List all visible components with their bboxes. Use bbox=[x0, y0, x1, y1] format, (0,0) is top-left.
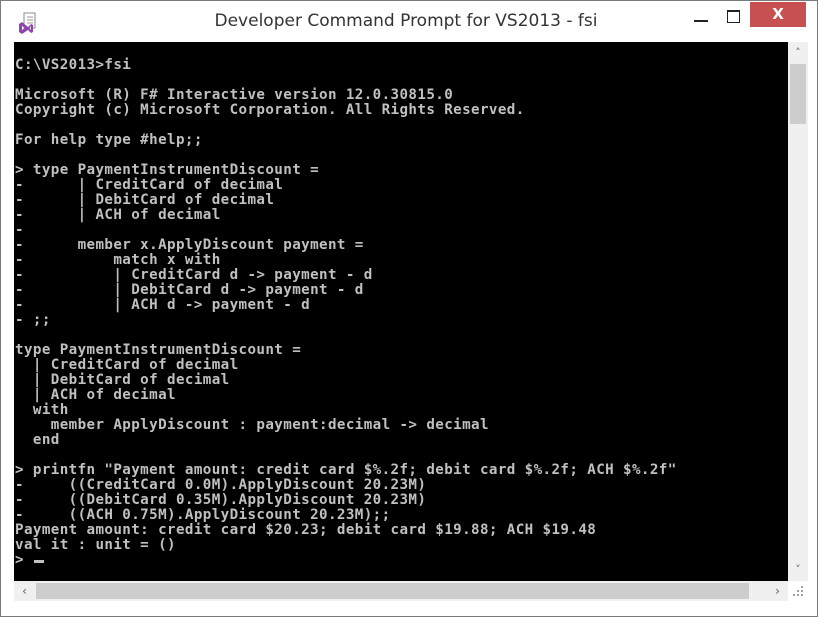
console-line: - match x with bbox=[15, 252, 221, 268]
window-title-text: Developer Command Prompt for VS2013 - fs… bbox=[214, 11, 598, 31]
chevron-down-icon: ˅ bbox=[795, 563, 801, 576]
console-line: - | CreditCard d -> payment - d bbox=[15, 267, 373, 283]
console-line: - ((DebitCard 0.35M).ApplyDiscount 20.23… bbox=[15, 492, 427, 508]
horizontal-scroll-thumb[interactable] bbox=[36, 583, 749, 599]
text-cursor bbox=[33, 560, 44, 563]
console-line: For help type #help;; bbox=[15, 132, 203, 148]
console-line: - | ACH of decimal bbox=[15, 207, 221, 223]
console-line: - ((CreditCard 0.0M).ApplyDiscount 20.23… bbox=[15, 477, 427, 493]
minimize-button[interactable] bbox=[691, 5, 721, 29]
console-line: | ACH of decimal bbox=[15, 387, 176, 403]
console-line: with bbox=[15, 402, 69, 418]
console-line: Copyright (c) Microsoft Corporation. All… bbox=[15, 102, 525, 118]
console-line: val it : unit = () bbox=[15, 537, 176, 553]
console-line: end bbox=[15, 432, 60, 448]
console-line: member ApplyDiscount : payment:decimal -… bbox=[15, 417, 489, 433]
console-line: > printfn "Payment amount: credit card $… bbox=[15, 462, 677, 478]
console-line: | CreditCard of decimal bbox=[15, 357, 239, 373]
console-line: type PaymentInstrumentDiscount = bbox=[15, 342, 302, 358]
console-line: C:\VS2013>fsi bbox=[15, 57, 132, 73]
scroll-right-button[interactable]: › bbox=[767, 581, 788, 601]
console-line: - | DebitCard d -> payment - d bbox=[15, 282, 364, 298]
resize-grip-icon[interactable] bbox=[791, 584, 805, 598]
scroll-up-button[interactable]: ˄ bbox=[788, 42, 808, 63]
console-line: - ((ACH 0.75M).ApplyDiscount 20.23M);; bbox=[15, 507, 391, 523]
console-line: Microsoft (R) F# Interactive version 12.… bbox=[15, 87, 454, 103]
console-line: > bbox=[15, 553, 677, 568]
console-screen[interactable]: C:\VS2013>fsi Microsoft (R) F# Interactiv… bbox=[14, 42, 788, 581]
vertical-scroll-thumb[interactable] bbox=[790, 64, 806, 124]
maximize-button[interactable] bbox=[723, 7, 745, 27]
console-line: - ;; bbox=[15, 312, 51, 328]
close-icon: X bbox=[772, 5, 784, 23]
console-line: - | ACH d -> payment - d bbox=[15, 297, 311, 313]
console-line: - | CreditCard of decimal bbox=[15, 177, 284, 193]
console-line: | DebitCard of decimal bbox=[15, 372, 230, 388]
chevron-left-icon: ‹ bbox=[22, 584, 27, 598]
console-area: C:\VS2013>fsi Microsoft (R) F# Interactiv… bbox=[14, 42, 813, 601]
horizontal-scrollbar[interactable]: ‹ › bbox=[14, 581, 788, 601]
scroll-down-button[interactable]: ˅ bbox=[788, 560, 808, 581]
console-output: C:\VS2013>fsi Microsoft (R) F# Interactiv… bbox=[15, 58, 677, 568]
close-button[interactable]: X bbox=[750, 2, 806, 27]
console-line: > type PaymentInstrumentDiscount = bbox=[15, 162, 320, 178]
scroll-left-button[interactable]: ‹ bbox=[14, 581, 35, 601]
console-window: Developer Command Prompt for VS2013 - fs… bbox=[0, 0, 818, 617]
title-bar[interactable]: Developer Command Prompt for VS2013 - fs… bbox=[1, 1, 817, 43]
console-line: Payment amount: credit card $20.23; debi… bbox=[15, 522, 597, 538]
console-line: - | DebitCard of decimal bbox=[15, 192, 275, 208]
console-line: - bbox=[15, 222, 24, 238]
vertical-scrollbar[interactable]: ˄ ˅ bbox=[788, 42, 808, 581]
chevron-right-icon: › bbox=[775, 584, 780, 598]
chevron-up-icon: ˄ bbox=[795, 46, 801, 59]
console-line: - member x.ApplyDiscount payment = bbox=[15, 237, 364, 253]
